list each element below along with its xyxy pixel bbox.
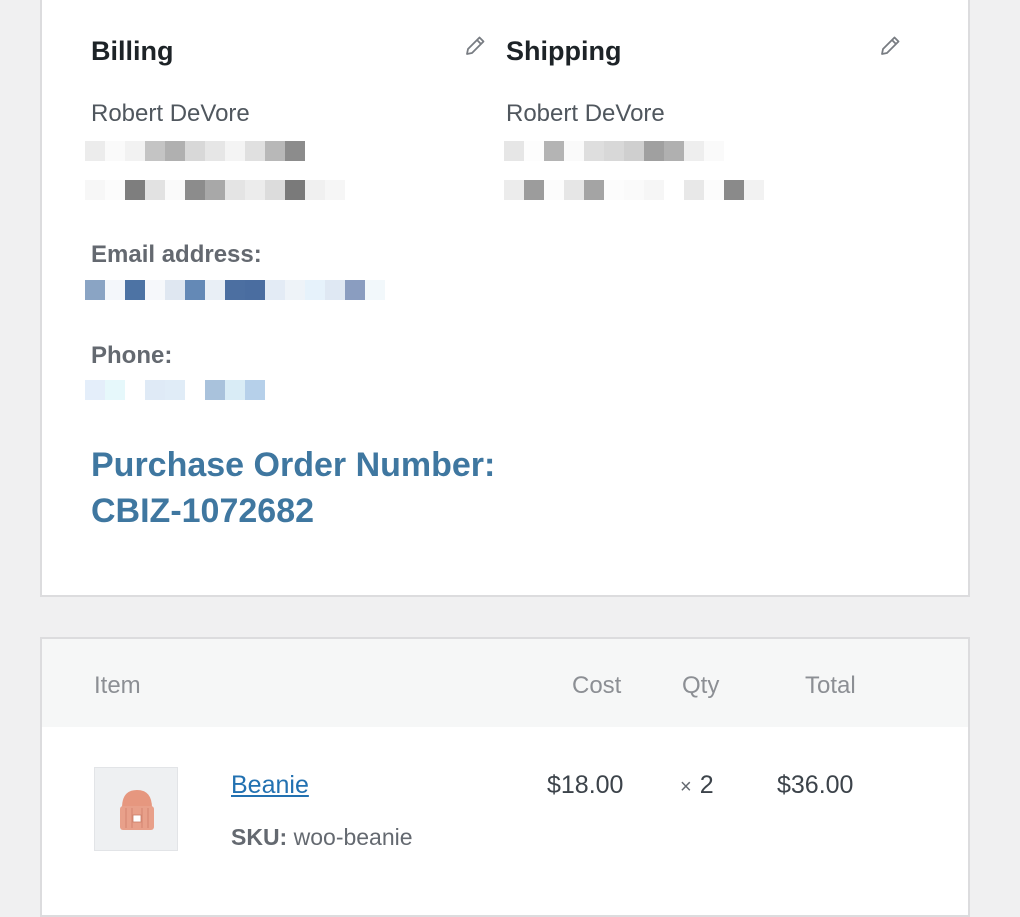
product-link-beanie[interactable]: Beanie: [231, 771, 309, 800]
billing-address-line2-redacted: [85, 180, 345, 200]
order-items-panel: Item Cost Qty Total Beanie SKU: woo-bean…: [40, 637, 970, 917]
order-address-panel: Billing Robert DeVore Email address: Pho…: [40, 0, 970, 597]
multiply-sign: ×: [680, 776, 692, 798]
billing-address-line1-redacted: [85, 141, 305, 161]
shipping-title: Shipping: [506, 36, 622, 66]
item-cost: $18.00: [547, 771, 624, 799]
product-thumbnail[interactable]: [94, 767, 178, 851]
items-table-header: Item Cost Qty Total: [42, 639, 968, 727]
edit-billing-pencil-icon[interactable]: [463, 34, 487, 58]
billing-name: Robert DeVore: [91, 100, 250, 127]
column-header-total[interactable]: Total: [805, 672, 856, 700]
column-header-cost[interactable]: Cost: [572, 672, 621, 700]
billing-title: Billing: [91, 36, 174, 66]
email-label: Email address:: [91, 241, 262, 268]
phone-redacted[interactable]: [85, 380, 265, 400]
product-sku: SKU: woo-beanie: [231, 824, 413, 851]
column-header-item[interactable]: Item: [94, 672, 141, 700]
email-redacted[interactable]: [85, 280, 385, 300]
purchase-order-number: Purchase Order Number: CBIZ-1072682: [91, 446, 496, 530]
beanie-hat-icon: [120, 790, 154, 830]
item-qty: × 2: [680, 771, 714, 800]
column-header-qty[interactable]: Qty: [682, 672, 719, 700]
sku-value: woo-beanie: [293, 824, 413, 850]
phone-label: Phone:: [91, 342, 173, 369]
qty-value: 2: [699, 771, 714, 799]
item-total: $36.00: [777, 771, 854, 799]
shipping-name: Robert DeVore: [506, 100, 665, 127]
edit-shipping-pencil-icon[interactable]: [878, 34, 902, 58]
shipping-address-line2-redacted: [504, 180, 764, 200]
sku-label: SKU:: [231, 824, 288, 850]
shipping-address-line1-redacted: [504, 141, 724, 161]
